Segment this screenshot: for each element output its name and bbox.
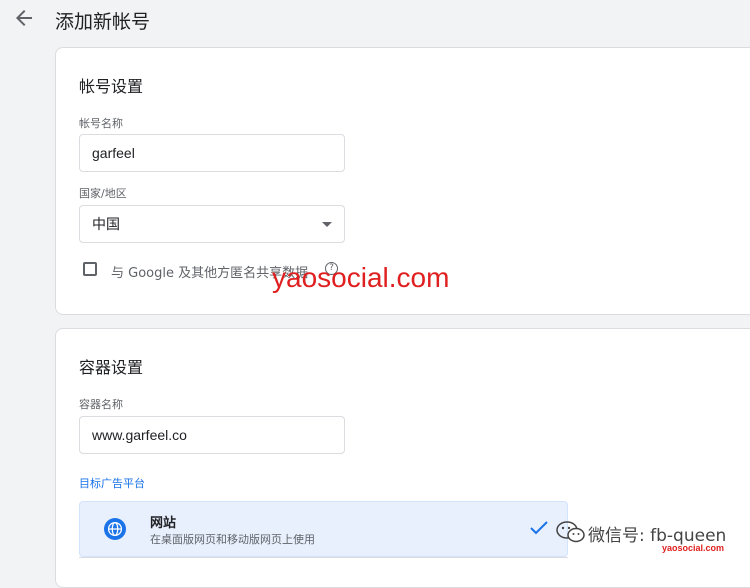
page-title: 添加新帐号 [55,11,151,33]
back-arrow-icon[interactable] [12,6,36,30]
account-settings-title: 帐号设置 [79,77,144,96]
platform-description: 在桌面版网页和移动版网页上使用 [150,533,315,546]
container-name-input[interactable]: www.garfeel.co [79,416,345,454]
platform-option-web[interactable]: 网站 在桌面版网页和移动版网页上使用 [79,501,568,557]
watermark: yaosocial.com [272,262,450,293]
container-name-label: 容器名称 [79,398,123,411]
account-name-label: 帐号名称 [79,117,123,130]
container-settings-title: 容器设置 [79,358,144,377]
share-data-checkbox[interactable] [83,262,97,276]
target-platform-label: 目标广告平台 [79,477,145,490]
check-icon [530,521,548,535]
dropdown-arrow-icon [322,222,332,227]
row-divider [79,557,568,558]
wechat-badge: 微信号: fb-queen yaosocial.com [556,519,746,555]
country-select-value: 中国 [92,216,120,232]
top-bar: 添加新帐号 [0,0,750,40]
country-select[interactable]: 中国 [79,205,345,243]
platform-name: 网站 [150,516,177,531]
wechat-icon [556,521,585,543]
country-label: 国家/地区 [79,187,127,200]
wechat-sub-text: yaosocial.com [662,543,725,553]
globe-icon [104,518,126,540]
account-name-input[interactable]: garfeel [79,134,345,172]
